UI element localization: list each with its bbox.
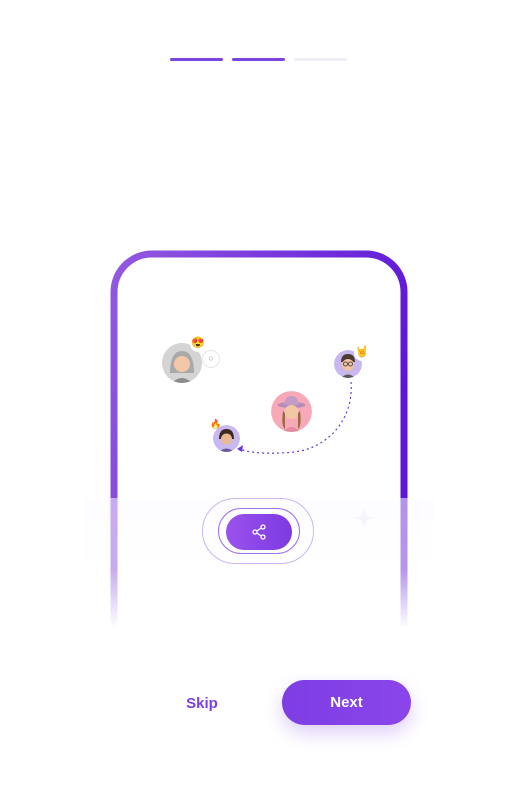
skip-button[interactable]: Skip xyxy=(170,690,234,716)
share-button xyxy=(226,514,292,550)
share-icon xyxy=(252,524,266,540)
memoji-icon xyxy=(271,391,312,432)
thought-bubble-icon: ○ xyxy=(202,350,220,368)
cowgirl-memoji-avatar xyxy=(271,391,312,432)
progress-step-1 xyxy=(170,58,223,61)
phone-frame xyxy=(110,250,408,628)
heart-eyes-emoji: 😍 xyxy=(190,336,206,352)
next-button[interactable]: Next xyxy=(282,680,411,725)
fire-emoji: 🔥 xyxy=(210,419,222,429)
rock-on-hand-emoji: 🤘 xyxy=(354,345,370,361)
step-progress xyxy=(170,58,348,62)
progress-step-2 xyxy=(232,58,285,61)
onboarding-illustration: 😍 ○ 🤘 🔥 xyxy=(84,248,434,628)
progress-step-3 xyxy=(294,58,347,61)
